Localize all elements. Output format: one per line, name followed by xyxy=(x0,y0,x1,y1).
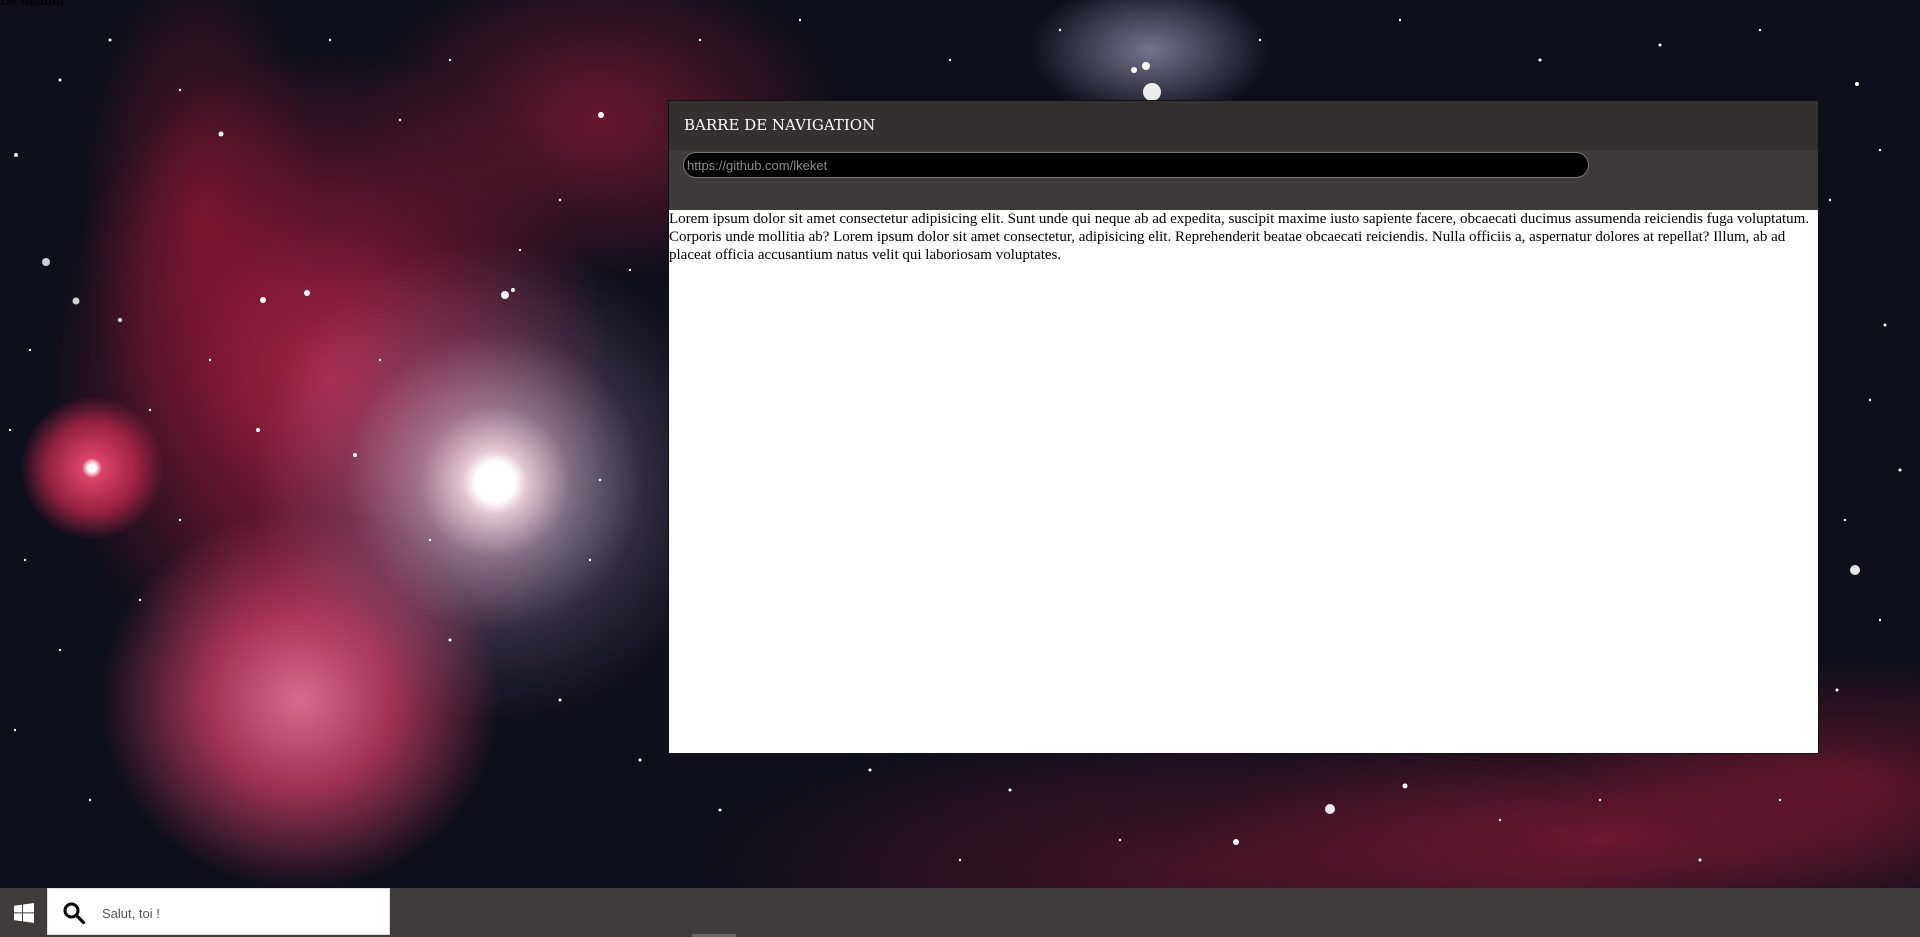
taskbar-search-input[interactable] xyxy=(100,897,384,929)
search-icon xyxy=(63,902,86,925)
browser-window: BARRE DE NAVIGATION Lorem ipsum dolor si… xyxy=(668,100,1819,754)
taskbar-search-box[interactable] xyxy=(47,888,390,935)
taskbar xyxy=(0,888,1920,937)
page-content-text: Lorem ipsum dolor sit amet consectetur a… xyxy=(669,211,1810,263)
url-input[interactable] xyxy=(683,152,1589,178)
address-bar-area xyxy=(669,150,1818,210)
start-button[interactable] xyxy=(0,888,47,937)
windows-logo-icon xyxy=(13,902,34,923)
browser-titlebar: BARRE DE NAVIGATION xyxy=(669,101,1818,150)
page-header-text: Le header xyxy=(0,0,67,9)
